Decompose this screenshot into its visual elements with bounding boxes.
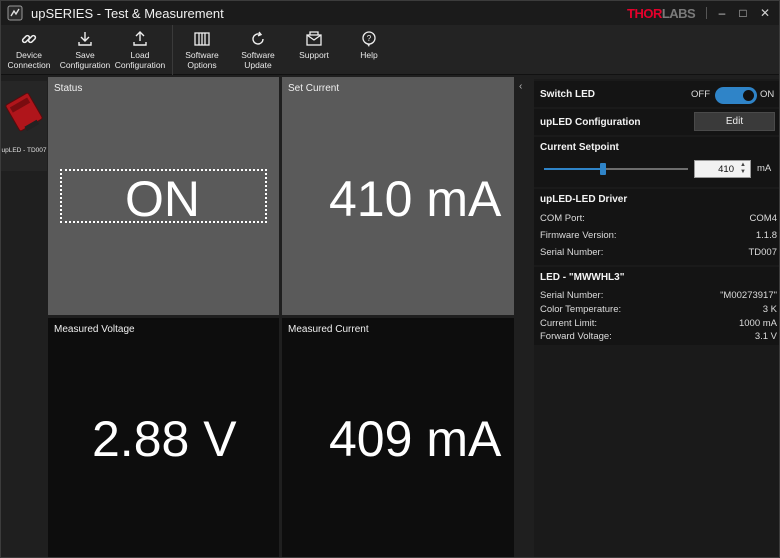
- window-title: upSERIES - Test & Measurement: [31, 5, 224, 21]
- update-icon: [249, 28, 267, 50]
- driver-row: COM Port: COM4: [540, 213, 777, 224]
- configuration-section: upLED Configuration Edit: [534, 109, 779, 135]
- measured-current-tile: Measured Current 409 mA: [282, 318, 514, 557]
- minimize-button[interactable]: –: [714, 5, 730, 21]
- options-icon: [193, 28, 211, 50]
- close-button[interactable]: ✕: [757, 5, 773, 21]
- save-configuration-button[interactable]: Save Configuration: [59, 25, 111, 75]
- toolbar-label: Software: [241, 50, 275, 60]
- toolbar-label: Configuration: [114, 60, 166, 70]
- title-divider: [706, 7, 707, 19]
- software-update-button[interactable]: Software Update: [235, 25, 281, 75]
- maximize-button[interactable]: □: [735, 5, 751, 21]
- driver-section: upLED-LED Driver COM Port: COM4 Firmware …: [534, 189, 779, 265]
- led-title: LED - "MWWHL3": [540, 272, 625, 283]
- driver-row: Serial Number: TD007: [540, 247, 777, 258]
- toggle-knob: [743, 90, 754, 101]
- setpoint-title: Current Setpoint: [540, 142, 619, 153]
- slider-thumb[interactable]: [600, 163, 607, 175]
- help-button[interactable]: ? Help: [346, 25, 392, 75]
- slider-fill: [544, 168, 604, 170]
- measured-voltage-value: 2.88 V: [92, 411, 237, 467]
- brand-logo: THORLABS: [627, 6, 696, 21]
- set-current-label: Set Current: [288, 83, 340, 94]
- set-current-value: 410 mA: [329, 171, 502, 227]
- device-card[interactable]: upLED - TD007: [1, 81, 47, 171]
- toolbar-label: Connection: [7, 60, 51, 70]
- title-bar: upSERIES - Test & Measurement THORLABS –…: [1, 1, 779, 25]
- setpoint-slider[interactable]: [544, 163, 688, 175]
- measured-current-value: 409 mA: [329, 411, 502, 467]
- device-connection-button[interactable]: Device Connection: [5, 25, 53, 75]
- right-panel: Switch LED OFF ON upLED Configuration Ed…: [534, 79, 779, 557]
- measured-voltage-label: Measured Voltage: [54, 324, 135, 335]
- toolbar-divider: [172, 25, 173, 75]
- download-icon: [76, 28, 94, 50]
- load-configuration-button[interactable]: Load Configuration: [114, 25, 166, 75]
- toolbar-label: Software: [185, 50, 219, 60]
- collapse-panel-icon[interactable]: ‹: [519, 81, 522, 92]
- toolbar-label: Save: [75, 50, 95, 60]
- toolbar-label: Load: [130, 50, 150, 60]
- software-options-button[interactable]: Software Options: [179, 25, 225, 75]
- setpoint-section: Current Setpoint 410 ▲ ▼ mA: [534, 137, 779, 187]
- toolbar-label: Help: [360, 50, 378, 60]
- measured-voltage-tile: Measured Voltage 2.88 V: [48, 318, 279, 557]
- upload-icon: [131, 28, 149, 50]
- toolbar-label: Device: [16, 50, 42, 60]
- driver-row: Firmware Version: 1.1.8: [540, 230, 777, 241]
- link-icon: [20, 28, 38, 50]
- edit-button[interactable]: Edit: [694, 112, 775, 131]
- spinner-arrows-icon[interactable]: ▲ ▼: [738, 162, 748, 176]
- set-current-tile: Set Current 410 mA: [282, 77, 514, 315]
- app-icon: [7, 5, 23, 21]
- setpoint-input[interactable]: 410 ▲ ▼: [694, 160, 751, 178]
- device-image: [5, 92, 43, 132]
- led-row: Serial Number: "M00273917": [540, 290, 777, 301]
- help-icon: ?: [360, 28, 378, 50]
- led-row: Color Temperature: 3 K: [540, 304, 777, 315]
- status-value: ON: [125, 171, 200, 227]
- toolbar: Device Connection Save Configuration Loa…: [1, 25, 779, 75]
- switch-off-label: OFF: [691, 89, 710, 100]
- led-toggle-switch[interactable]: [715, 87, 757, 104]
- svg-text:?: ?: [367, 34, 372, 43]
- support-button[interactable]: Support: [291, 25, 337, 75]
- setpoint-value: 410: [718, 164, 734, 175]
- switch-led-section: Switch LED OFF ON: [534, 81, 779, 107]
- status-label: Status: [54, 83, 83, 94]
- configuration-title: upLED Configuration: [540, 117, 641, 128]
- envelope-icon: [305, 28, 323, 50]
- toolbar-label: Options: [187, 60, 217, 70]
- led-row: Current Limit: 1000 mA: [540, 318, 777, 329]
- toolbar-label: Support: [299, 50, 329, 60]
- setpoint-unit: mA: [757, 163, 772, 174]
- driver-title: upLED-LED Driver: [540, 194, 628, 205]
- measured-current-label: Measured Current: [288, 324, 369, 335]
- led-row: Forward Voltage: 3.1 V: [540, 331, 777, 342]
- led-section: LED - "MWWHL3" Serial Number: "M00273917"…: [534, 267, 779, 345]
- switch-on-label: ON: [760, 89, 775, 100]
- toolbar-label: Update: [244, 60, 272, 70]
- status-tile: Status ON: [48, 77, 279, 315]
- device-label: upLED - TD007: [1, 147, 47, 154]
- toolbar-label: Configuration: [59, 60, 111, 70]
- device-strip: upLED - TD007: [1, 75, 47, 557]
- switch-led-title: Switch LED: [540, 89, 596, 100]
- status-focus-box[interactable]: ON: [60, 169, 267, 227]
- app-window: upSERIES - Test & Measurement THORLABS –…: [0, 0, 780, 558]
